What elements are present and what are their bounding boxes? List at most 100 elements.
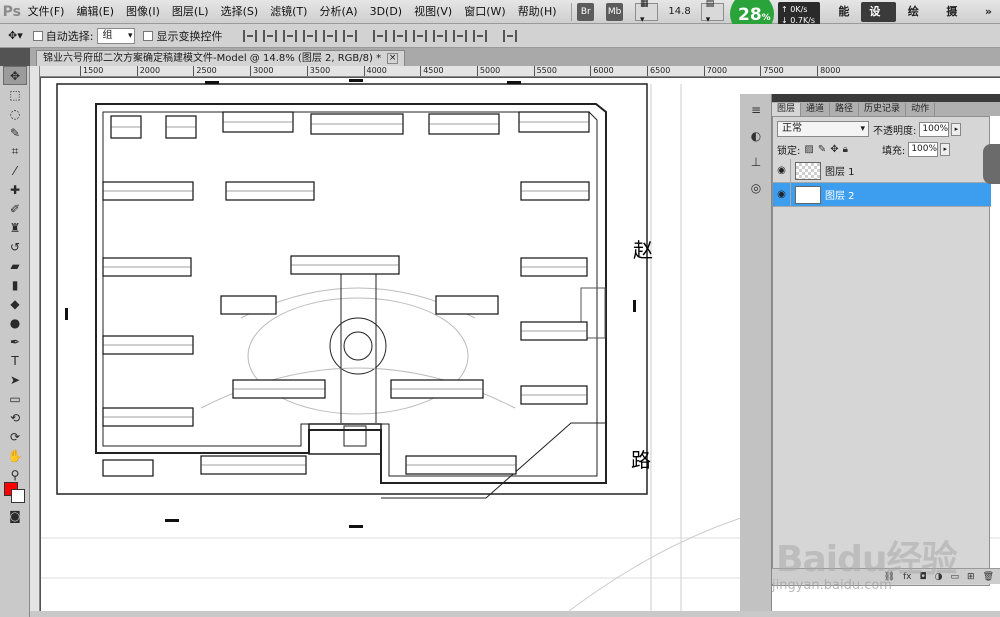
layer-comps-icon[interactable]: ≡: [744, 100, 768, 120]
menu-layer[interactable]: 图层(L): [168, 0, 213, 24]
opacity-slider-arrow[interactable]: ▸: [951, 122, 962, 136]
layer-style-icon[interactable]: fx: [903, 572, 912, 582]
workspace-essentials[interactable]: 能: [830, 2, 857, 22]
lock-position-icon[interactable]: ✥: [830, 144, 838, 155]
document-tab[interactable]: 锦业六号府邸二次方案确定稿建模文件-Model @ 14.8% (图层 2, R…: [36, 50, 406, 66]
history-brush-tool-icon[interactable]: ↺: [3, 237, 27, 256]
layer-row[interactable]: ◉ 图层 1: [773, 158, 991, 183]
road-label-zhao: 赵: [633, 238, 653, 262]
adjustment-layer-icon[interactable]: ◑: [935, 572, 943, 582]
align-bottom-icon[interactable]: [283, 29, 298, 42]
workspace-paint[interactable]: 绘画: [900, 2, 935, 38]
align-vcenter-icon[interactable]: [263, 29, 278, 42]
menu-help[interactable]: 帮助(H): [514, 0, 561, 24]
lock-pixels-icon[interactable]: ✎: [818, 144, 826, 155]
align-left-icon[interactable]: [303, 29, 318, 42]
tab-channels[interactable]: 通道: [801, 103, 831, 116]
move-tool-icon[interactable]: ✥: [3, 66, 27, 85]
distribute-top-icon[interactable]: [373, 29, 388, 42]
panel-icon-strip: ≡ ◐ ⊥ ◎: [740, 94, 772, 616]
eraser-tool-icon[interactable]: ▰: [3, 256, 27, 275]
brush-tool-icon[interactable]: ✐: [3, 199, 27, 218]
layer-name: 图层 2: [825, 191, 855, 202]
blend-mode-dropdown[interactable]: 正常: [777, 121, 869, 137]
quick-mask-icon[interactable]: ◙: [3, 506, 27, 525]
view-extras-button[interactable]: ▦ ▾: [635, 0, 659, 25]
auto-align-icon[interactable]: [503, 29, 518, 42]
menu-select[interactable]: 选择(S): [217, 0, 263, 24]
menu-3d[interactable]: 3D(D): [366, 0, 407, 24]
auto-select-dropdown[interactable]: 组: [97, 27, 136, 44]
menu-file[interactable]: 文件(F): [24, 0, 69, 24]
brush-presets-icon[interactable]: ⊥: [744, 152, 768, 172]
link-layers-icon[interactable]: ⛓: [884, 572, 895, 582]
pen-tool-icon[interactable]: ✒: [3, 332, 27, 351]
crop-tool-icon[interactable]: ⌗: [3, 142, 27, 161]
menu-edit[interactable]: 编辑(E): [72, 0, 118, 24]
show-transform-checkbox[interactable]: [143, 30, 154, 41]
workspace-design[interactable]: 设计: [861, 1, 896, 38]
distribute-bottom-icon[interactable]: [413, 29, 428, 42]
lock-transparency-icon[interactable]: ▨: [804, 144, 813, 155]
rectangle-tool-icon[interactable]: ▭: [3, 389, 27, 408]
add-mask-icon[interactable]: ◘: [920, 572, 927, 582]
menu-image[interactable]: 图像(I): [122, 0, 164, 24]
tab-actions[interactable]: 动作: [906, 103, 936, 116]
distribute-left-icon[interactable]: [433, 29, 448, 42]
marquee-tool-icon[interactable]: ⬚: [3, 85, 27, 104]
opacity-field[interactable]: 100%: [919, 121, 950, 137]
tab-layers[interactable]: 图层: [772, 103, 802, 116]
workspace-photo[interactable]: 摄影: [938, 2, 973, 38]
tab-history[interactable]: 历史记录: [859, 103, 907, 116]
new-group-icon[interactable]: ▭: [951, 572, 960, 582]
healing-brush-tool-icon[interactable]: ✚: [3, 180, 27, 199]
quick-select-tool-icon[interactable]: ✎: [3, 123, 27, 142]
menu-analysis[interactable]: 分析(A): [315, 0, 361, 24]
distribute-right-icon[interactable]: [473, 29, 488, 42]
visibility-eye-icon[interactable]: ◉: [773, 182, 791, 207]
menu-window[interactable]: 窗口(W): [460, 0, 509, 24]
move-tool-icon[interactable]: ✥▾: [8, 29, 23, 42]
lock-all-icon[interactable]: 🔒︎: [843, 144, 848, 155]
dodge-tool-icon[interactable]: ●: [3, 313, 27, 332]
visibility-eye-icon[interactable]: ◉: [773, 158, 791, 183]
delete-layer-icon[interactable]: 🗑︎: [983, 572, 994, 582]
zoom-level[interactable]: 14.8: [668, 6, 690, 17]
distribute-hcenter-icon[interactable]: [453, 29, 468, 42]
blend-row: 正常 不透明度: 100% ▸: [773, 119, 991, 139]
background-color-swatch[interactable]: [11, 489, 25, 503]
blend-mode-value: 正常: [782, 123, 802, 134]
lasso-tool-icon[interactable]: ◌: [3, 104, 27, 123]
3d-orbit-tool-icon[interactable]: ⟳: [3, 427, 27, 446]
menu-view[interactable]: 视图(V): [410, 0, 456, 24]
close-tab-icon[interactable]: ×: [387, 53, 399, 64]
eyedropper-tool-icon[interactable]: ⁄: [3, 161, 27, 180]
distribute-vcenter-icon[interactable]: [393, 29, 408, 42]
align-top-icon[interactable]: [243, 29, 258, 42]
bridge-icon[interactable]: Br: [577, 2, 595, 21]
adjustments-icon[interactable]: ◐: [744, 126, 768, 146]
path-select-tool-icon[interactable]: ➤: [3, 370, 27, 389]
fill-slider-arrow[interactable]: ▸: [940, 142, 951, 156]
align-right-icon[interactable]: [343, 29, 358, 42]
gradient-tool-icon[interactable]: ▮: [3, 275, 27, 294]
clone-stamp-tool-icon[interactable]: ♜: [3, 218, 27, 237]
layer-row-selected[interactable]: ◉ 图层 2: [773, 182, 991, 207]
new-layer-icon[interactable]: ⊞: [967, 572, 975, 582]
auto-select-checkbox[interactable]: [32, 30, 43, 41]
menu-filter[interactable]: 滤镜(T): [266, 0, 311, 24]
minibridge-icon[interactable]: Mb: [606, 2, 624, 21]
arrange-docs-button[interactable]: ▤ ▾: [700, 0, 725, 25]
blur-tool-icon[interactable]: ◆: [3, 294, 27, 313]
tab-paths[interactable]: 路径: [830, 103, 860, 116]
layer-thumbnail: [795, 185, 821, 204]
fill-field[interactable]: 100%: [908, 141, 939, 157]
3d-icon[interactable]: ◎: [744, 178, 768, 198]
ruler-tick-label: 1500: [80, 66, 103, 76]
hand-tool-icon[interactable]: ✋: [3, 446, 27, 465]
panel-collapse-handle[interactable]: [983, 144, 1000, 184]
3d-rotate-tool-icon[interactable]: ⟲: [3, 408, 27, 427]
align-hcenter-icon[interactable]: [323, 29, 338, 42]
type-tool-icon[interactable]: T: [3, 351, 27, 370]
workspace-more[interactable]: »: [977, 2, 1000, 22]
